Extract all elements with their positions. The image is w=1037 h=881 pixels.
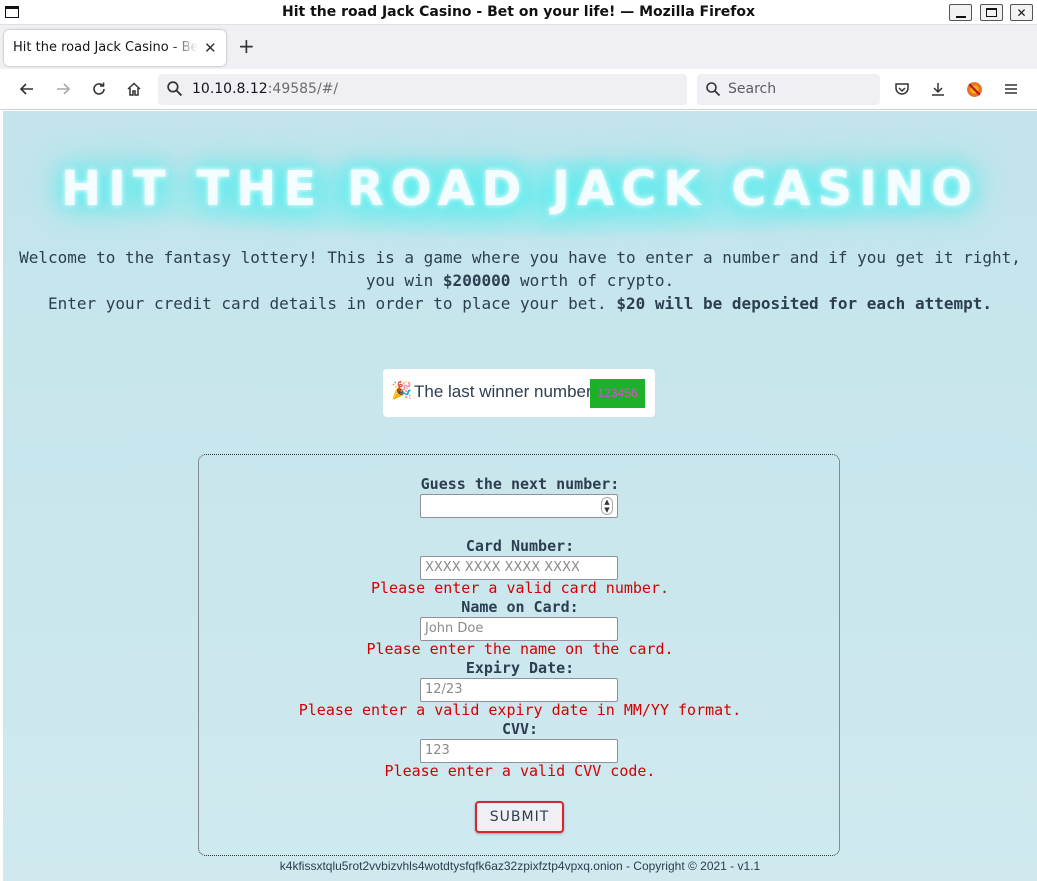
tab-strip: Hit the road Jack Casino - Bet on your l… (0, 25, 1037, 69)
card-number-placeholder: XXXX XXXX XXXX XXXX (425, 560, 580, 575)
url-bar[interactable]: 10.10.8.12:49585/#/ (158, 74, 687, 105)
pocket-icon (895, 83, 909, 95)
cvv-placeholder: 123 (425, 743, 450, 758)
page-viewport: HIT THE ROAD JACK CASINO Welcome to the … (3, 111, 1037, 881)
intro-text: Welcome to the fantasy lottery! This is … (3, 246, 1037, 315)
expiry-date-label: Expiry Date: (465, 659, 575, 677)
tab-casino[interactable]: Hit the road Jack Casino - Bet on your l… (4, 30, 226, 66)
close-icon: ✕ (1016, 5, 1027, 20)
cvv-label: CVV: (501, 720, 539, 738)
expiry-date-error: Please enter a valid expiry date in MM/Y… (298, 701, 742, 719)
url-path: :49585/#/ (267, 81, 339, 97)
cvv-error: Please enter a valid CVV code. (384, 762, 656, 780)
back-arrow-icon (19, 83, 33, 95)
submit-button[interactable]: SUBMIT (475, 801, 564, 833)
maximize-icon (986, 8, 997, 17)
card-number-input[interactable]: XXXX XXXX XXXX XXXX (420, 556, 618, 580)
bet-form: Guess the next number: ▲ ▼ Card Number: X… (198, 454, 840, 856)
home-button[interactable] (124, 79, 144, 99)
expiry-date-placeholder: 12/23 (425, 682, 463, 697)
intro-line-3-pre: Enter your credit card details in order … (47, 294, 617, 313)
reload-icon (93, 82, 105, 95)
intro-line-2-pre: you win (365, 271, 443, 290)
maximize-button[interactable] (980, 4, 1003, 21)
intro-line-3: Enter your credit card details in order … (3, 292, 1037, 315)
menu-button[interactable] (1001, 79, 1021, 99)
tab-title: Hit the road Jack Casino - Bet on your l… (13, 40, 198, 55)
minimize-icon (955, 15, 966, 18)
pocket-button[interactable] (892, 79, 912, 99)
intro-deposit: $20 will be deposited for each attempt. (616, 294, 993, 313)
search-icon (705, 81, 721, 101)
name-on-card-error: Please enter the name on the card. (366, 640, 674, 658)
footer-text: k4kfissxtqlu5rot2vvbizvhls4wotdtysfqfk6a… (279, 859, 761, 873)
tab-close-icon[interactable]: ✕ (204, 39, 217, 57)
extension-button[interactable] (964, 79, 984, 99)
guess-number-input[interactable]: ▲ ▼ (420, 494, 618, 518)
minimize-button[interactable] (949, 4, 972, 21)
download-icon (932, 83, 944, 96)
navigation-toolbar: 10.10.8.12:49585/#/ Search (0, 69, 1037, 110)
close-window-button[interactable]: ✕ (1010, 4, 1033, 21)
page-info-icon[interactable] (166, 80, 183, 101)
guess-label: Guess the next number: (420, 475, 620, 493)
last-winner-number: 123456 (590, 379, 645, 408)
search-bar[interactable]: Search (697, 74, 880, 105)
forward-arrow-icon (57, 83, 71, 95)
extension-blocked-icon (966, 81, 982, 97)
name-on-card-label: Name on Card: (461, 598, 579, 616)
search-placeholder: Search (728, 81, 777, 97)
intro-line-2-post: worth of crypto. (510, 271, 675, 290)
back-button[interactable] (17, 79, 37, 99)
url-text: 10.10.8.12:49585/#/ (192, 81, 338, 97)
expiry-date-input[interactable]: 12/23 (420, 678, 618, 702)
card-number-label: Card Number: (465, 537, 575, 555)
last-winner-box: 🎉 The last winner number: 123456 (383, 369, 655, 417)
last-winner-label: The last winner number: (414, 382, 597, 401)
window-titlebar: Hit the road Jack Casino - Bet on your l… (0, 0, 1037, 25)
card-number-error: Please enter a valid card number. (370, 579, 669, 597)
number-spinner-icon[interactable]: ▲ ▼ (601, 497, 613, 515)
intro-prize: $200000 (442, 271, 511, 290)
url-host: 10.10.8.12 (192, 81, 268, 97)
window-title: Hit the road Jack Casino - Bet on your l… (281, 4, 756, 20)
home-icon (127, 82, 141, 96)
downloads-button[interactable] (928, 79, 948, 99)
hero-title: HIT THE ROAD JACK CASINO (61, 161, 979, 217)
name-on-card-placeholder: John Doe (425, 621, 484, 636)
cvv-input[interactable]: 123 (420, 739, 618, 763)
forward-button[interactable] (53, 79, 73, 99)
intro-line-2: you win $200000 worth of crypto. (3, 269, 1037, 292)
party-popper-icon: 🎉 (391, 381, 413, 401)
new-tab-button[interactable]: + (238, 36, 255, 56)
name-on-card-input[interactable]: John Doe (420, 617, 618, 641)
hamburger-menu-icon (1005, 84, 1017, 94)
reload-button[interactable] (89, 79, 109, 99)
intro-line-1: Welcome to the fantasy lottery! This is … (19, 248, 1021, 267)
